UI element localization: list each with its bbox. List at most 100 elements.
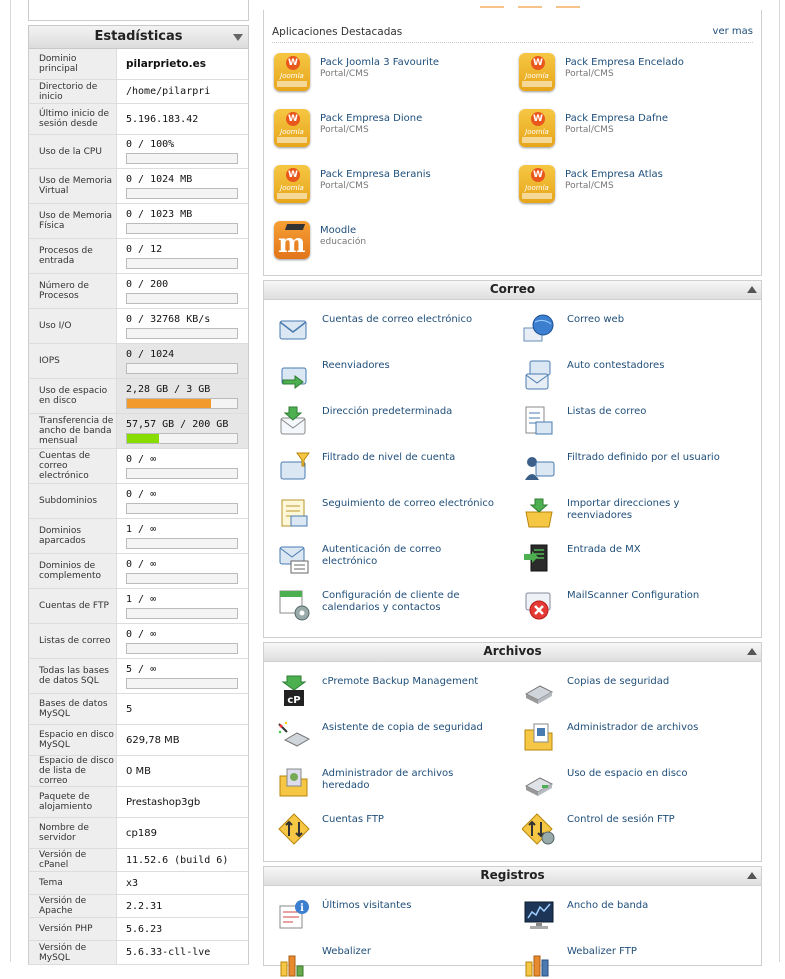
correo-item-label[interactable]: Autenticación de correo electrónico	[322, 544, 497, 568]
archivos-item-label[interactable]: Administrador de archivos heredado	[322, 768, 497, 792]
registros-item[interactable]: Webalizer	[276, 943, 497, 979]
archivos-item[interactable]: Copias de seguridad	[521, 673, 742, 709]
correo-item[interactable]: Filtrado definido por el usuario	[521, 449, 742, 485]
default-address-icon[interactable]	[276, 403, 312, 439]
app-name[interactable]: Pack Joomla 3 Favourite	[320, 57, 495, 69]
see-more-link[interactable]: ver mas	[713, 26, 753, 37]
correo-item-label[interactable]: Cuentas de correo electrónico	[322, 314, 497, 326]
correo-item[interactable]: Configuración de cliente de calendarios …	[276, 587, 497, 623]
file-manager-icon[interactable]	[521, 719, 557, 755]
archivos-item[interactable]: Cuentas FTP	[276, 811, 497, 847]
webmail-globe-icon[interactable]	[521, 311, 557, 347]
moodle-icon[interactable]: m	[274, 221, 310, 259]
correo-item[interactable]: MailScanner Configuration	[521, 587, 742, 623]
stats-header[interactable]: Estadísticas	[28, 25, 249, 49]
app-name[interactable]: Pack Empresa Atlas	[565, 169, 740, 181]
correo-item[interactable]: Filtrado de nivel de cuenta	[276, 449, 497, 485]
correo-item-label[interactable]: Reenviadores	[322, 360, 497, 372]
mx-entry-icon[interactable]	[521, 541, 557, 577]
registros-item[interactable]: i Últimos visitantes	[276, 897, 497, 933]
archivos-item[interactable]: Asistente de copia de seguridad	[276, 719, 497, 755]
featured-app-item[interactable]: W Joomla Pack Empresa Encelado Portal/CMS	[519, 53, 740, 91]
featured-app-item[interactable]: W Joomla Pack Empresa Atlas Portal/CMS	[519, 165, 740, 203]
correo-item-label[interactable]: Filtrado definido por el usuario	[567, 452, 742, 464]
email-auth-icon[interactable]	[276, 541, 312, 577]
archivos-item-label[interactable]: cPremote Backup Management	[322, 676, 497, 688]
app-name[interactable]: Pack Empresa Dione	[320, 113, 495, 125]
disk-usage-icon[interactable]	[521, 765, 557, 801]
correo-item[interactable]: Correo web	[521, 311, 742, 347]
registros-item[interactable]: Webalizer FTP	[521, 943, 742, 979]
envelope-icon[interactable]	[276, 311, 312, 347]
joomla-pack-icon[interactable]: W Joomla	[519, 53, 555, 91]
account-filter-icon[interactable]	[276, 449, 312, 485]
correo-item-label[interactable]: Importar direcciones y reenviadores	[567, 498, 742, 522]
correo-item-label[interactable]: Seguimiento de correo electrónico	[322, 498, 497, 510]
mailscanner-icon[interactable]	[521, 587, 557, 623]
collapse-arrow-icon[interactable]	[233, 34, 243, 41]
correo-item-label[interactable]: Correo web	[567, 314, 742, 326]
archivos-item-label[interactable]: Copias de seguridad	[567, 676, 742, 688]
app-name[interactable]: Pack Empresa Dafne	[565, 113, 740, 125]
correo-item-label[interactable]: Dirección predeterminada	[322, 406, 497, 418]
correo-item[interactable]: Cuentas de correo electrónico	[276, 311, 497, 347]
featured-app-item[interactable]: m Moodle educación	[274, 221, 495, 259]
featured-app-item[interactable]: W Joomla Pack Empresa Beranis Portal/CMS	[274, 165, 495, 203]
collapse-arrow-icon[interactable]	[747, 648, 757, 655]
correo-item[interactable]: Reenviadores	[276, 357, 497, 393]
correo-item-label[interactable]: Auto contestadores	[567, 360, 742, 372]
featured-app-item[interactable]: W Joomla Pack Joomla 3 Favourite Portal/C…	[274, 53, 495, 91]
autoresponder-icon[interactable]	[521, 357, 557, 393]
forward-mail-icon[interactable]	[276, 357, 312, 393]
joomla-pack-icon[interactable]: W Joomla	[519, 109, 555, 147]
featured-app-item[interactable]: W Joomla Pack Empresa Dafne Portal/CMS	[519, 109, 740, 147]
registros-item-label[interactable]: Webalizer FTP	[567, 946, 742, 958]
registros-item-label[interactable]: Ancho de banda	[567, 900, 742, 912]
webalizer-ftp-icon[interactable]	[521, 943, 557, 979]
correo-item-label[interactable]: Listas de correo	[567, 406, 742, 418]
app-name[interactable]: Moodle	[320, 225, 495, 237]
correo-item[interactable]: Entrada de MX	[521, 541, 742, 577]
correo-item-label[interactable]: MailScanner Configuration	[567, 590, 742, 602]
email-trace-icon[interactable]	[276, 495, 312, 531]
correo-item[interactable]: Auto contestadores	[521, 357, 742, 393]
calendar-config-icon[interactable]	[276, 587, 312, 623]
archivos-item-label[interactable]: Control de sesión FTP	[567, 814, 742, 826]
correo-item-label[interactable]: Configuración de cliente de calendarios …	[322, 590, 497, 614]
import-icon[interactable]	[521, 495, 557, 531]
archivos-item[interactable]: Administrador de archivos	[521, 719, 742, 755]
collapse-arrow-icon[interactable]	[747, 872, 757, 879]
archivos-item-label[interactable]: Cuentas FTP	[322, 814, 497, 826]
user-filter-icon[interactable]	[521, 449, 557, 485]
bandwidth-icon[interactable]	[521, 897, 557, 933]
registros-item[interactable]: Ancho de banda	[521, 897, 742, 933]
correo-item[interactable]: Dirección predeterminada	[276, 403, 497, 439]
registros-item-label[interactable]: Webalizer	[322, 946, 497, 958]
backup-disk-icon[interactable]	[521, 673, 557, 709]
webalizer-icon[interactable]	[276, 943, 312, 979]
legacy-file-manager-icon[interactable]	[276, 765, 312, 801]
correo-item[interactable]: Listas de correo	[521, 403, 742, 439]
featured-app-item[interactable]: W Joomla Pack Empresa Dione Portal/CMS	[274, 109, 495, 147]
archivos-header[interactable]: Archivos	[264, 643, 761, 662]
collapse-arrow-icon[interactable]	[747, 286, 757, 293]
archivos-item[interactable]: Uso de espacio en disco	[521, 765, 742, 801]
correo-item[interactable]: Importar direcciones y reenviadores	[521, 495, 742, 531]
cpremote-backup-icon[interactable]: cP	[276, 673, 312, 709]
archivos-item-label[interactable]: Administrador de archivos	[567, 722, 742, 734]
app-name[interactable]: Pack Empresa Beranis	[320, 169, 495, 181]
registros-item-label[interactable]: Últimos visitantes	[322, 900, 497, 912]
joomla-pack-icon[interactable]: W Joomla	[274, 53, 310, 91]
ftp-accounts-icon[interactable]	[276, 811, 312, 847]
backup-wizard-icon[interactable]	[276, 719, 312, 755]
joomla-pack-icon[interactable]: W Joomla	[274, 109, 310, 147]
archivos-item-label[interactable]: Asistente de copia de seguridad	[322, 722, 497, 734]
archivos-item-label[interactable]: Uso de espacio en disco	[567, 768, 742, 780]
correo-item-label[interactable]: Entrada de MX	[567, 544, 742, 556]
correo-item-label[interactable]: Filtrado de nivel de cuenta	[322, 452, 497, 464]
registros-header[interactable]: Registros	[264, 867, 761, 886]
correo-header[interactable]: Correo	[264, 281, 761, 300]
joomla-pack-icon[interactable]: W Joomla	[519, 165, 555, 203]
archivos-item[interactable]: cP cPremote Backup Management	[276, 673, 497, 709]
correo-item[interactable]: Seguimiento de correo electrónico	[276, 495, 497, 531]
